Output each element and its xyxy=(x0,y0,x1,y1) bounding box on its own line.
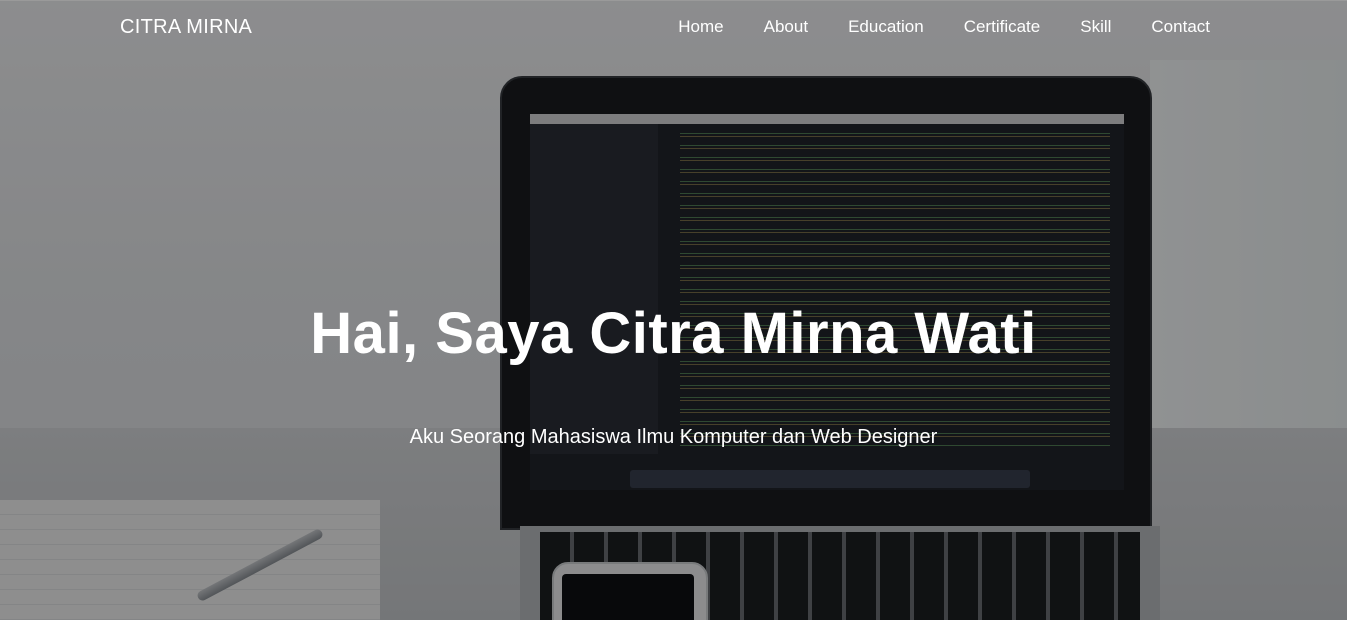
nav-links: Home About Education Certificate Skill C… xyxy=(678,17,1210,37)
navbar: CITRA MIRNA Home About Education Certifi… xyxy=(0,0,1347,56)
nav-link-skill[interactable]: Skill xyxy=(1080,17,1111,37)
hero-title: Hai, Saya Citra Mirna Wati xyxy=(310,301,1037,366)
nav-link-certificate[interactable]: Certificate xyxy=(964,17,1041,37)
nav-link-contact[interactable]: Contact xyxy=(1151,17,1210,37)
nav-link-home[interactable]: Home xyxy=(678,17,723,37)
hero-section: CITRA MIRNA Home About Education Certifi… xyxy=(0,0,1347,620)
brand-logo[interactable]: CITRA MIRNA xyxy=(120,16,252,39)
hero-subtitle: Aku Seorang Mahasiswa Ilmu Komputer dan … xyxy=(409,426,938,448)
nav-link-education[interactable]: Education xyxy=(848,17,924,37)
nav-link-about[interactable]: About xyxy=(764,17,808,37)
